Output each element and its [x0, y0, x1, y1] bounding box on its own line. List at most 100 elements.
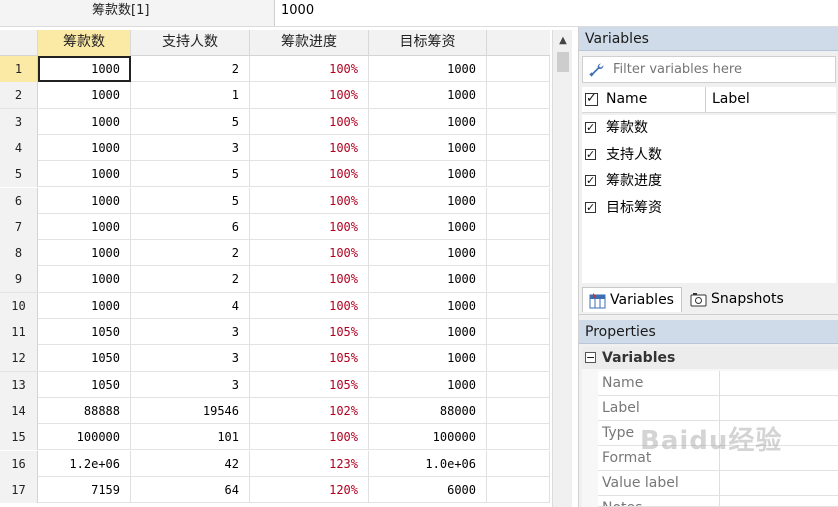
table-cell[interactable]: 88000 — [369, 397, 487, 424]
row-number[interactable]: 15 — [0, 424, 38, 451]
table-cell[interactable]: 7159 — [38, 476, 131, 503]
table-cell[interactable]: 1000 — [38, 213, 131, 240]
empty-cell[interactable] — [487, 476, 550, 503]
table-cell[interactable]: 1050 — [38, 345, 131, 372]
table-cell[interactable]: 1000 — [38, 134, 131, 161]
table-cell[interactable]: 1050 — [38, 319, 131, 345]
row-number[interactable]: 17 — [0, 476, 38, 503]
table-cell[interactable]: 5 — [131, 187, 250, 214]
variable-item[interactable]: 支持人数 — [582, 142, 836, 168]
table-cell[interactable]: 1050 — [38, 371, 131, 398]
wrench-icon[interactable] — [589, 62, 607, 78]
table-cell[interactable]: 1000 — [369, 319, 487, 345]
property-row[interactable]: Name — [598, 371, 838, 396]
table-cell[interactable]: 100% — [250, 213, 369, 240]
empty-cell[interactable] — [487, 424, 550, 451]
property-row[interactable]: Value label — [598, 471, 838, 496]
table-cell[interactable]: 6000 — [369, 476, 487, 503]
table-cell[interactable]: 1000 — [369, 345, 487, 372]
row-number[interactable]: 12 — [0, 345, 38, 372]
empty-cell[interactable] — [487, 187, 550, 214]
empty-cell[interactable] — [487, 345, 550, 372]
row-number[interactable]: 1 — [0, 56, 38, 82]
variable-item[interactable]: 目标筹资 — [582, 195, 836, 221]
empty-column-header[interactable] — [487, 30, 550, 56]
row-number[interactable]: 4 — [0, 134, 38, 161]
variable-checkbox[interactable] — [585, 146, 596, 164]
variable-item[interactable]: 筹款进度 — [582, 168, 836, 194]
table-cell[interactable]: 105% — [250, 345, 369, 372]
table-cell[interactable]: 105% — [250, 371, 369, 398]
row-number[interactable]: 14 — [0, 397, 38, 424]
table-cell[interactable]: 1000 — [369, 187, 487, 214]
filter-variables-input[interactable] — [613, 57, 833, 82]
row-number[interactable]: 11 — [0, 319, 38, 345]
empty-cell[interactable] — [487, 240, 550, 267]
corner-cell[interactable] — [0, 30, 38, 56]
table-cell[interactable]: 1000 — [369, 161, 487, 188]
property-row[interactable]: Notes — [598, 496, 838, 507]
table-cell[interactable]: 1000 — [369, 240, 487, 267]
table-cell[interactable]: 64 — [131, 476, 250, 503]
row-number[interactable]: 7 — [0, 213, 38, 240]
table-cell[interactable]: 1000 — [38, 292, 131, 319]
tab-snapshots[interactable]: Snapshots — [684, 287, 786, 312]
table-cell[interactable]: 2 — [131, 240, 250, 267]
table-cell[interactable]: 2 — [131, 266, 250, 293]
table-cell[interactable]: 120% — [250, 476, 369, 503]
row-number[interactable]: 3 — [0, 108, 38, 135]
row-number[interactable]: 13 — [0, 371, 38, 398]
property-value[interactable] — [724, 496, 838, 506]
table-cell[interactable]: 1000 — [38, 108, 131, 135]
table-cell[interactable]: 101 — [131, 424, 250, 451]
table-cell[interactable]: 1.2e+06 — [38, 450, 131, 477]
table-cell[interactable]: 3 — [131, 371, 250, 398]
row-number[interactable]: 10 — [0, 292, 38, 319]
empty-cell[interactable] — [487, 450, 550, 477]
row-number[interactable]: 8 — [0, 240, 38, 267]
column-header[interactable]: 支持人数 — [131, 30, 250, 56]
table-cell[interactable]: 5 — [131, 108, 250, 135]
empty-cell[interactable] — [487, 56, 550, 82]
table-cell[interactable]: 1.0e+06 — [369, 450, 487, 477]
empty-cell[interactable] — [487, 319, 550, 345]
select-all-checkbox[interactable] — [585, 90, 598, 108]
table-cell[interactable]: 3 — [131, 134, 250, 161]
property-value[interactable] — [724, 471, 838, 495]
table-cell[interactable]: 123% — [250, 450, 369, 477]
vertical-scrollbar[interactable]: ▲ — [552, 30, 572, 507]
table-cell[interactable]: 1000 — [38, 161, 131, 188]
empty-cell[interactable] — [487, 82, 550, 109]
row-number[interactable]: 5 — [0, 161, 38, 188]
table-cell[interactable]: 1000 — [38, 266, 131, 293]
table-cell[interactable]: 102% — [250, 397, 369, 424]
table-cell[interactable]: 100% — [250, 161, 369, 188]
table-cell[interactable]: 1000 — [369, 292, 487, 319]
table-cell[interactable]: 1000 — [369, 134, 487, 161]
empty-cell[interactable] — [487, 161, 550, 188]
table-cell[interactable]: 100000 — [369, 424, 487, 451]
property-value[interactable] — [724, 396, 838, 420]
row-number[interactable]: 6 — [0, 187, 38, 214]
empty-cell[interactable] — [487, 371, 550, 398]
table-cell[interactable]: 1000 — [369, 56, 487, 82]
table-cell[interactable]: 1000 — [369, 371, 487, 398]
table-cell[interactable]: 1000 — [38, 82, 131, 109]
table-cell[interactable]: 1000 — [369, 82, 487, 109]
empty-cell[interactable] — [487, 108, 550, 135]
properties-section-header[interactable]: − Variables — [582, 347, 838, 369]
table-cell[interactable]: 100% — [250, 424, 369, 451]
table-cell[interactable]: 100% — [250, 240, 369, 267]
empty-cell[interactable] — [487, 292, 550, 319]
empty-cell[interactable] — [487, 134, 550, 161]
empty-cell[interactable] — [487, 213, 550, 240]
table-cell[interactable]: 88888 — [38, 397, 131, 424]
filter-box[interactable] — [582, 56, 836, 83]
table-cell[interactable]: 4 — [131, 292, 250, 319]
table-cell[interactable]: 3 — [131, 345, 250, 372]
table-cell[interactable]: 1000 — [369, 108, 487, 135]
table-cell[interactable]: 6 — [131, 213, 250, 240]
table-cell[interactable]: 100% — [250, 56, 369, 82]
column-header[interactable]: 目标筹资 — [369, 30, 487, 56]
variable-checkbox[interactable] — [585, 199, 596, 217]
